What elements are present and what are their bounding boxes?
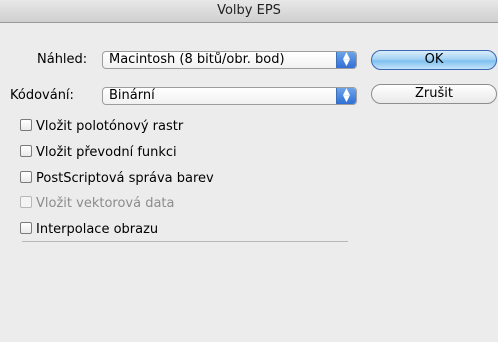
checkbox-transfer-function[interactable] bbox=[20, 145, 32, 157]
checkbox-interpolation[interactable] bbox=[20, 222, 32, 234]
up-down-arrows-icon: ▲ ▼ bbox=[336, 88, 356, 104]
encoding-popup[interactable]: Binární ▲ ▼ bbox=[102, 87, 357, 105]
checkbox-row-halftone[interactable]: Vložit polotónový rastr bbox=[20, 119, 183, 135]
checkbox-label-interpolation: Interpolace obrazu bbox=[36, 222, 159, 237]
encoding-value: Binární bbox=[109, 88, 155, 103]
preview-popup[interactable]: Macintosh (8 bitů/obr. bod) ▲ ▼ bbox=[102, 51, 357, 69]
checkbox-vector-data bbox=[20, 196, 32, 208]
encoding-label: Kódování: bbox=[10, 88, 74, 103]
checkbox-row-postscript-color[interactable]: PostScriptová správa barev bbox=[20, 171, 214, 187]
checkbox-row-transfer-function[interactable]: Vložit převodní funkci bbox=[20, 145, 177, 161]
up-down-arrows-icon: ▲ ▼ bbox=[336, 52, 356, 68]
checkbox-label-transfer-function: Vložit převodní funkci bbox=[36, 145, 177, 160]
cancel-button[interactable]: Zrušit bbox=[371, 84, 497, 104]
window-title: Volby EPS bbox=[0, 0, 498, 23]
checkbox-label-halftone: Vložit polotónový rastr bbox=[36, 119, 184, 134]
ok-button[interactable]: OK bbox=[371, 50, 497, 70]
checkbox-postscript-color[interactable] bbox=[20, 171, 32, 183]
checkbox-row-interpolation[interactable]: Interpolace obrazu bbox=[20, 222, 158, 238]
preview-value: Macintosh (8 bitů/obr. bod) bbox=[109, 52, 285, 67]
checkbox-halftone[interactable] bbox=[20, 119, 32, 131]
checkbox-label-postscript-color: PostScriptová správa barev bbox=[36, 171, 214, 186]
checkbox-label-vector-data: Vložit vektorová data bbox=[36, 196, 175, 211]
checkbox-row-vector-data: Vložit vektorová data bbox=[20, 196, 174, 212]
divider bbox=[22, 241, 348, 242]
eps-options-dialog: Volby EPS Náhled: Macintosh (8 bitů/obr.… bbox=[0, 0, 498, 342]
preview-label: Náhled: bbox=[37, 52, 88, 67]
